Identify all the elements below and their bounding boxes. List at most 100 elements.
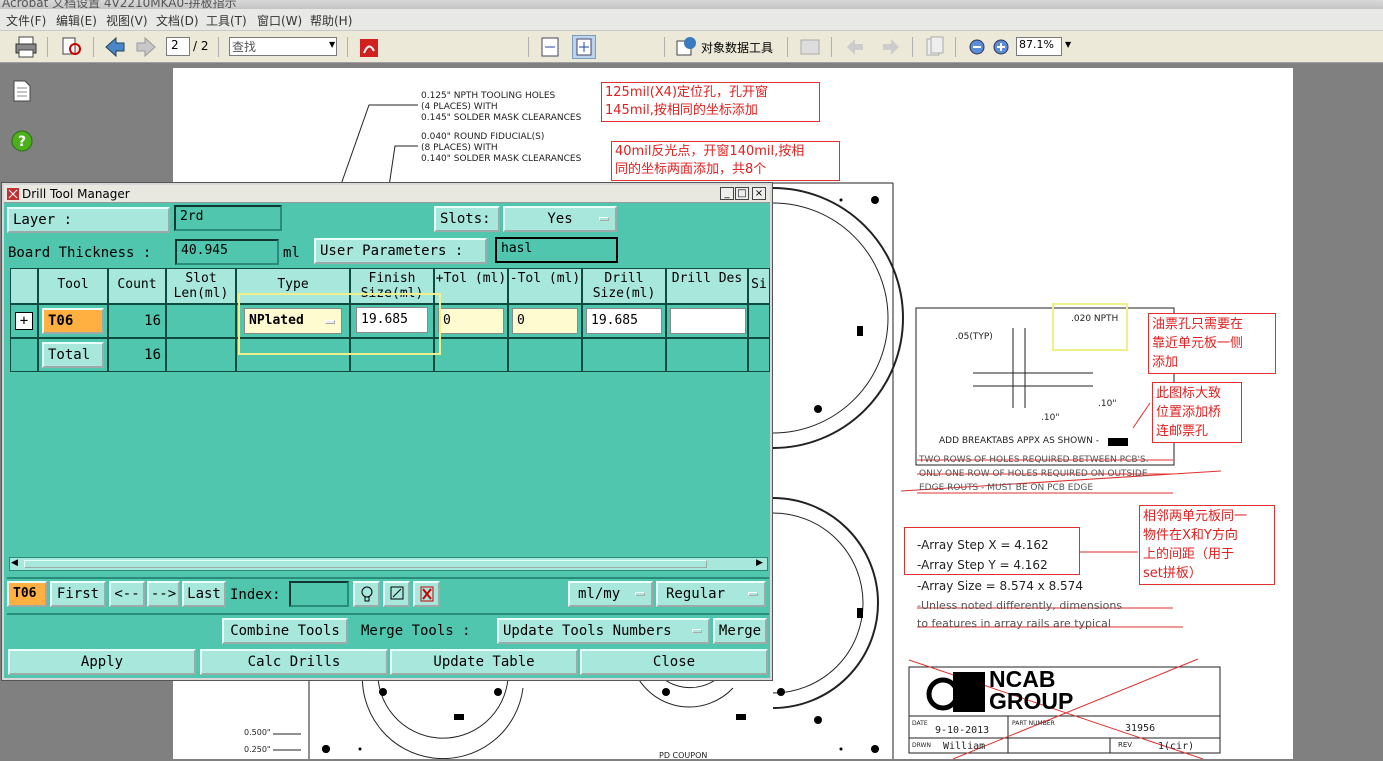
total-blank (10, 338, 38, 372)
dim-10-right: .10" (1098, 399, 1117, 409)
array-size: -Array Size = 8.574 x 8.574 (917, 579, 1083, 593)
calc-drills-button[interactable]: Calc Drills (200, 649, 388, 675)
prev-button[interactable]: <-- (109, 581, 145, 607)
rotate-right-icon[interactable] (879, 35, 903, 59)
col-expand (10, 268, 38, 304)
pdf-icon[interactable] (358, 35, 382, 59)
pages-panel-icon[interactable] (12, 80, 32, 105)
first-button[interactable]: First (50, 581, 106, 607)
pd-coupon-label: PD COUPON (659, 751, 708, 760)
expand-button[interactable]: + (15, 312, 33, 330)
menu-bar: 文件(F) 编辑(E) 视图(V) 文档(D) 工具(T) 窗口(W) 帮助(H… (0, 9, 1383, 31)
update-table-button[interactable]: Update Table (390, 649, 578, 675)
print-icon[interactable] (14, 35, 38, 59)
last-button[interactable]: Last (182, 581, 226, 607)
zoom-dropdown-icon[interactable]: ▼ (1065, 40, 1071, 49)
annotation-array-step: 相邻两单元板同一 物件在X和Y方向 上的间距（用于 set拼板） (1139, 505, 1275, 585)
user-params-field[interactable]: hasl (495, 237, 618, 263)
horizontal-scrollbar[interactable]: ◀ ▶ (9, 557, 768, 571)
abc-icon[interactable] (798, 35, 822, 59)
user-params-label: User Parameters : (314, 238, 487, 264)
pages-icon[interactable] (923, 35, 947, 59)
swap-icon[interactable] (383, 581, 410, 607)
rev-value: 1(cir) (1158, 741, 1195, 752)
search-doc-icon[interactable] (60, 35, 84, 59)
total-c8 (582, 338, 666, 372)
zoom-input[interactable]: 87.1% (1016, 37, 1062, 56)
total-c7 (508, 338, 582, 372)
help-icon[interactable]: ? (11, 130, 33, 155)
scroll-right-icon[interactable]: ▶ (756, 558, 763, 568)
total-c3 (166, 338, 236, 372)
minus-tol-input[interactable]: 0 (512, 308, 578, 334)
row-ntol-cell: 0 (508, 304, 582, 338)
scroll-left-icon[interactable]: ◀ (11, 558, 18, 568)
minimize-icon[interactable]: _ (720, 187, 734, 200)
fit-width-icon[interactable] (539, 35, 563, 59)
plus-tol-input[interactable]: 0 (438, 308, 504, 334)
find-input[interactable]: 查找 (229, 37, 337, 56)
dim-500: 0.500" (244, 728, 271, 737)
menu-tools[interactable]: 工具(T) (206, 12, 247, 29)
scroll-thumb[interactable] (24, 560, 707, 568)
part-number-label: PART NUMBER (1012, 720, 1055, 727)
close-icon[interactable]: × (752, 187, 766, 200)
zoom-in-icon[interactable] (989, 35, 1013, 59)
annotation-fiducial: 40mil反光点，开窗140mil,按相 同的坐标两面添加，共8个 (611, 141, 840, 181)
menu-help[interactable]: 帮助(H) (310, 12, 352, 29)
layer-label: Layer : (7, 207, 170, 233)
slots-dropdown[interactable]: Yes (503, 206, 617, 232)
merge-tools-label: Merge Tools : (361, 623, 471, 639)
maximize-icon[interactable]: □ (735, 187, 749, 200)
drill-size-input[interactable]: 19.685 (586, 308, 662, 334)
total-label: Total (42, 342, 104, 368)
annotation-stamp-holes: 油票孔只需要在 靠近单元板一侧 添加 (1148, 313, 1276, 374)
drill-des-input[interactable] (670, 308, 746, 334)
svg-text:?: ? (18, 134, 26, 150)
prev-page-icon[interactable] (103, 35, 127, 59)
thickness-field[interactable]: 40.945 (175, 239, 279, 265)
page-number-input[interactable]: 2 (166, 37, 190, 56)
row-ptol-cell: 0 (434, 304, 508, 338)
drawn-value: William (943, 741, 986, 752)
zoom-out-icon[interactable] (965, 35, 989, 59)
bulb-icon[interactable] (353, 581, 380, 607)
tool-button[interactable]: T06 (42, 308, 104, 334)
next-button[interactable]: --> (147, 581, 180, 607)
window-title: Acrobat 文档设置 4V2210MKA0-拼板指示 (2, 0, 237, 9)
menu-window[interactable]: 窗口(W) (257, 12, 302, 29)
layer-field[interactable]: 2rd (174, 205, 282, 231)
object-data-tool-label[interactable]: 对象数据工具 (701, 39, 773, 56)
menu-view[interactable]: 视图(V) (106, 12, 148, 29)
unless-note-1: -Unless noted differently, dimensions (917, 599, 1123, 612)
apply-button[interactable]: Apply (8, 649, 196, 675)
index-input[interactable] (289, 581, 349, 607)
drill-tool-manager-dialog: Drill Tool Manager _ □ × Layer : 2rd Slo… (1, 182, 773, 681)
main-toolbar: 2 / 2 查找 ▼ 对象数据工具 87.1% ▼ (0, 31, 1383, 63)
units-dropdown[interactable]: ml/my (568, 581, 653, 607)
unless-note-2: to features in array rails are typical (917, 617, 1111, 630)
array-step-x: -Array Step X = 4.162 (917, 538, 1049, 552)
mode-dropdown[interactable]: Regular (656, 581, 766, 607)
rotate-left-icon[interactable] (843, 35, 867, 59)
close-button[interactable]: Close (580, 649, 768, 675)
update-tools-numbers-dropdown[interactable]: Update Tools Numbers (497, 618, 710, 644)
menu-file[interactable]: 文件(F) (6, 12, 46, 29)
part-number-value: 31956 (1125, 723, 1156, 734)
delete-icon[interactable] (413, 581, 440, 607)
merge-button[interactable]: Merge (713, 618, 767, 644)
col-si: Si (748, 268, 770, 304)
object-data-icon[interactable] (675, 35, 699, 59)
fit-page-icon[interactable] (572, 35, 596, 59)
rev-label: REV (1118, 741, 1133, 749)
total-c9 (666, 338, 748, 372)
menu-edit[interactable]: 编辑(E) (56, 12, 97, 29)
next-page-icon[interactable] (134, 35, 158, 59)
menu-document[interactable]: 文档(D) (156, 12, 199, 29)
row-des-cell (666, 304, 748, 338)
row-count: 16 (108, 304, 166, 338)
combine-tools-button[interactable]: Combine Tools (222, 618, 348, 644)
dialog-titlebar[interactable]: Drill Tool Manager _ □ × (4, 185, 770, 203)
fiducial-note: 0.040" ROUND FIDUCIAL(S) (8 PLACES) WITH 0… (421, 132, 582, 164)
find-dropdown-icon[interactable]: ▼ (329, 40, 335, 49)
